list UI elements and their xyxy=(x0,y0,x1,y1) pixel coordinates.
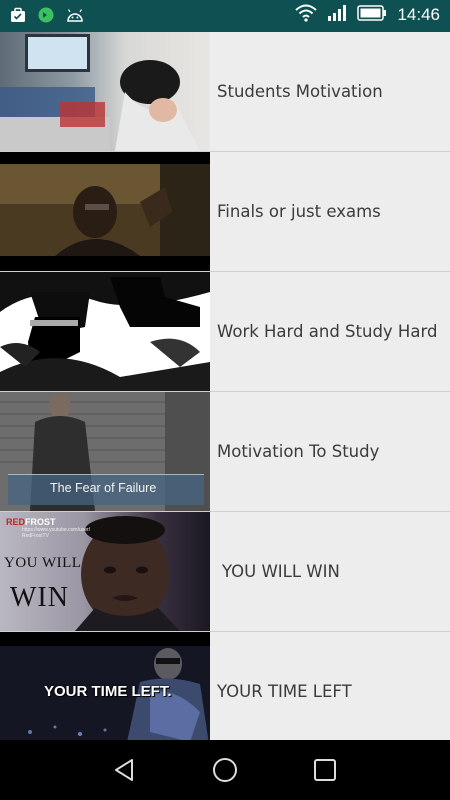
video-title[interactable]: Students Motivation xyxy=(217,32,383,151)
work-hard-thumbnail[interactable] xyxy=(0,272,210,391)
channel-watermark-url: https://www.youtube.com/user/RedFrostTV xyxy=(22,527,91,539)
video-title[interactable]: YOU WILL WIN xyxy=(222,512,340,631)
list-item[interactable]: Finals or just exams xyxy=(0,152,450,272)
status-bar: 14:46 xyxy=(0,0,450,32)
students-motivation-thumbnail[interactable] xyxy=(0,32,210,151)
video-list[interactable]: Students Motivation Finals or just exams xyxy=(0,32,450,740)
battery-icon xyxy=(357,5,387,25)
home-button[interactable] xyxy=(212,757,238,787)
list-item[interactable]: YOUR TIME LEFT. YOUR TIME LEFT xyxy=(0,632,450,740)
video-title[interactable]: Motivation To Study xyxy=(217,392,379,511)
list-item[interactable]: REDFROST https://www.youtube.com/user/Re… xyxy=(0,512,450,632)
wifi-icon xyxy=(295,4,318,26)
clock: 14:46 xyxy=(397,5,440,24)
your-time-left-thumbnail[interactable]: YOUR TIME LEFT. xyxy=(0,632,210,740)
back-button[interactable] xyxy=(112,757,138,787)
back-triangle-icon xyxy=(115,759,133,781)
navigation-bar xyxy=(0,740,450,800)
thumbnail-caption-large: WIN xyxy=(10,582,69,613)
status-right-icons: 14:46 xyxy=(295,4,440,26)
channel-watermark: REDFROST xyxy=(6,517,56,527)
list-item[interactable]: Work Hard and Study Hard xyxy=(0,272,450,392)
vpn-app-icon xyxy=(38,7,54,27)
recents-button[interactable] xyxy=(312,757,338,787)
home-circle-icon xyxy=(213,758,237,782)
thumbnail-caption: The Fear of Failure xyxy=(50,481,157,495)
briefcase-icon xyxy=(10,7,26,27)
list-item[interactable]: The Fear of Failure Motivation To Study xyxy=(0,392,450,512)
finals-thumbnail[interactable] xyxy=(0,152,210,271)
video-title[interactable]: Finals or just exams xyxy=(217,152,381,271)
android-icon xyxy=(66,8,84,27)
video-title[interactable]: Work Hard and Study Hard xyxy=(217,272,437,391)
thumbnail-caption: YOUR TIME LEFT. xyxy=(44,683,172,700)
signal-icon xyxy=(327,4,347,26)
motivation-to-study-thumbnail[interactable]: The Fear of Failure xyxy=(0,392,210,511)
recents-square-icon xyxy=(314,759,336,781)
you-will-win-thumbnail[interactable]: REDFROST https://www.youtube.com/user/Re… xyxy=(0,512,210,631)
video-title[interactable]: YOUR TIME LEFT xyxy=(217,632,352,740)
list-item[interactable]: Students Motivation xyxy=(0,32,450,152)
thumbnail-caption: YOU WILL xyxy=(4,555,82,571)
status-left-icons xyxy=(10,7,84,27)
